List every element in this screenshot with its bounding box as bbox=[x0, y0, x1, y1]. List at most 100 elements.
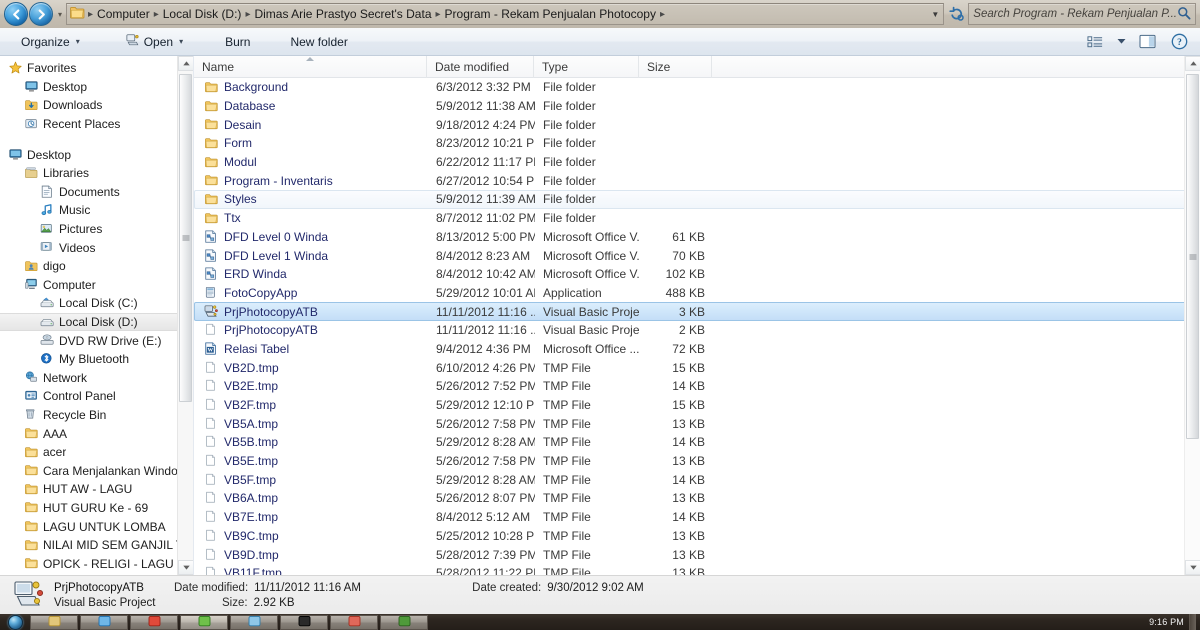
sidebar-item-computer[interactable]: Computer bbox=[0, 276, 178, 295]
table-row[interactable]: VB7E.tmp 8/4/2012 5:12 AM TMP File 14 KB bbox=[194, 508, 1200, 527]
breadcrumb-item-local-disk-d[interactable]: Local Disk (D:) bbox=[160, 6, 245, 22]
table-row[interactable]: Ttx 8/7/2012 11:02 PM File folder bbox=[194, 209, 1200, 228]
table-row[interactable]: VB5A.tmp 5/26/2012 7:58 PM TMP File 13 KB bbox=[194, 414, 1200, 433]
taskbar-button[interactable] bbox=[30, 614, 78, 630]
sidebar-item-videos[interactable]: Videos bbox=[0, 238, 178, 257]
change-view-icon[interactable] bbox=[1082, 31, 1108, 53]
breadcrumb-item-secret-data[interactable]: Dimas Arie Prastyo Secret's Data bbox=[251, 6, 434, 22]
table-row[interactable]: VB6A.tmp 5/26/2012 8:07 PM TMP File 13 KB bbox=[194, 489, 1200, 508]
table-row[interactable]: VB9D.tmp 5/28/2012 7:39 PM TMP File 13 KB bbox=[194, 545, 1200, 564]
sidebar-item-my-bluetooth[interactable]: My Bluetooth bbox=[0, 350, 178, 369]
table-row[interactable]: VB5E.tmp 5/26/2012 7:58 PM TMP File 13 KB bbox=[194, 452, 1200, 471]
column-header-type[interactable]: Type bbox=[534, 56, 639, 78]
scroll-down-icon[interactable] bbox=[1185, 560, 1200, 575]
sidebar-item-documents[interactable]: Documents bbox=[0, 183, 178, 202]
column-header-name[interactable]: Name bbox=[194, 56, 427, 78]
taskbar-button[interactable] bbox=[380, 614, 428, 630]
taskbar-button[interactable] bbox=[230, 614, 278, 630]
table-row[interactable]: VB2D.tmp 6/10/2012 4:26 PM TMP File 15 KB bbox=[194, 358, 1200, 377]
sidebar-item-local-disk-c[interactable]: Local Disk (C:) bbox=[0, 294, 178, 313]
view-dropdown-icon[interactable] bbox=[1114, 31, 1128, 53]
show-desktop-button[interactable] bbox=[1189, 614, 1196, 630]
preview-pane-icon[interactable] bbox=[1134, 31, 1160, 53]
table-row[interactable]: Program - Inventaris 6/27/2012 10:54 PM Fi… bbox=[194, 171, 1200, 190]
sidebar-item-recycle-bin[interactable]: Recycle Bin bbox=[0, 406, 178, 425]
table-row[interactable]: VB2E.tmp 5/26/2012 7:52 PM TMP File 14 KB bbox=[194, 377, 1200, 396]
search-icon[interactable] bbox=[1177, 6, 1191, 23]
file-date-cell: 9/4/2012 4:36 PM bbox=[436, 341, 531, 356]
taskbar-button[interactable] bbox=[280, 614, 328, 630]
table-row[interactable]: VB2F.tmp 5/29/2012 12:10 PM TMP File 15 KB bbox=[194, 396, 1200, 415]
taskbar-button[interactable] bbox=[330, 614, 378, 630]
scrollbar-thumb[interactable] bbox=[179, 74, 192, 402]
table-row[interactable]: DFD Level 1 Winda 8/4/2012 8:23 AM Microso… bbox=[194, 246, 1200, 265]
sidebar-item-local-disk-d[interactable]: Local Disk (D:) bbox=[0, 312, 178, 332]
taskbar-button[interactable] bbox=[180, 614, 228, 630]
sidebar-item-hut-guru-ke-69[interactable]: HUT GURU Ke - 69 bbox=[0, 499, 178, 518]
column-header-date-modified[interactable]: Date modified bbox=[427, 56, 534, 78]
back-arrow-icon[interactable] bbox=[4, 2, 28, 26]
chevron-down-icon[interactable]: ▼ bbox=[927, 4, 943, 24]
sidebar-item-cara-menjalankan-windows-di[interactable]: Cara Menjalankan Windows Di bbox=[0, 461, 178, 480]
sidebar-item-desktop[interactable]: Desktop bbox=[0, 78, 178, 97]
column-header-size[interactable]: Size bbox=[639, 56, 712, 78]
burn-button[interactable]: Burn bbox=[216, 31, 259, 53]
sidebar-item-pictures[interactable]: Pictures bbox=[0, 220, 178, 239]
file-list-scrollbar[interactable] bbox=[1184, 56, 1200, 575]
table-row[interactable]: Background 6/3/2012 3:32 PM File folder bbox=[194, 78, 1200, 97]
table-row[interactable]: Modul 6/22/2012 11:17 PM File folder bbox=[194, 153, 1200, 172]
table-row[interactable]: PrjPhotocopyATB 11/11/2012 11:16 ... Visua… bbox=[194, 302, 1200, 321]
taskbar-clock[interactable]: 9:16 PM bbox=[1149, 617, 1184, 627]
table-row[interactable]: Database 5/9/2012 11:38 AM File folder bbox=[194, 97, 1200, 116]
refresh-icon[interactable] bbox=[946, 3, 968, 25]
windows-start-orb[interactable] bbox=[0, 614, 30, 630]
sidebar-item-music[interactable]: Music bbox=[0, 201, 178, 220]
sidebar-item-network[interactable]: Network bbox=[0, 369, 178, 388]
scrollbar-thumb[interactable] bbox=[1186, 74, 1199, 439]
folder-icon bbox=[22, 464, 40, 477]
table-row[interactable]: Styles 5/9/2012 11:39 AM File folder bbox=[194, 190, 1200, 209]
sidebar-item-hut-aw-lagu[interactable]: HUT AW - LAGU bbox=[0, 480, 178, 499]
table-row[interactable]: PrjPhotocopyATB 11/11/2012 11:16 ... Visua… bbox=[194, 321, 1200, 340]
sidebar-item-desktop[interactable]: Desktop bbox=[0, 145, 178, 164]
sidebar-item-recent-places[interactable]: Recent Places bbox=[0, 115, 178, 134]
table-row[interactable]: Form 8/23/2012 10:21 PM File folder bbox=[194, 134, 1200, 153]
help-icon[interactable]: ? bbox=[1166, 31, 1192, 53]
taskbar-button[interactable] bbox=[80, 614, 128, 630]
new-folder-button[interactable]: New folder bbox=[281, 31, 356, 53]
table-row[interactable]: DFD Level 0 Winda 8/13/2012 5:00 PM Micros… bbox=[194, 228, 1200, 247]
sidebar-item-digo[interactable]: digo bbox=[0, 257, 178, 276]
table-row[interactable]: ERD Winda 8/4/2012 10:42 AM Microsoft Offi… bbox=[194, 265, 1200, 284]
scroll-down-icon[interactable] bbox=[178, 560, 193, 575]
table-row[interactable]: W Relasi Tabel 9/4/2012 4:36 PM Microsoft O… bbox=[194, 340, 1200, 359]
table-row[interactable]: Desain 9/18/2012 4:24 PM File folder bbox=[194, 115, 1200, 134]
navigation-scrollbar[interactable] bbox=[177, 56, 193, 575]
table-row[interactable]: VB5B.tmp 5/29/2012 8:28 AM TMP File 14 KB bbox=[194, 433, 1200, 452]
table-row[interactable]: VB11F.tmp 5/28/2012 11:22 PM TMP File 13 KB bbox=[194, 564, 1200, 575]
table-row[interactable]: VB5F.tmp 5/29/2012 8:28 AM TMP File 14 KB bbox=[194, 470, 1200, 489]
scroll-up-icon[interactable] bbox=[1185, 56, 1200, 71]
sidebar-item-acer[interactable]: acer bbox=[0, 443, 178, 462]
search-input[interactable]: Search Program - Rekam Penjualan P... bbox=[968, 3, 1196, 25]
table-row[interactable]: VB9C.tmp 5/25/2012 10:28 PM TMP File 13 KB bbox=[194, 527, 1200, 546]
sidebar-item-aaa[interactable]: AAA bbox=[0, 424, 178, 443]
sidebar-item-nilai-mid-sem-ganjil-tik-2014[interactable]: NILAI MID SEM GANJIL TIK 2014 bbox=[0, 536, 178, 555]
breadcrumb[interactable]: ▸ Computer ▸ Local Disk (D:) ▸ Dimas Ari… bbox=[66, 3, 945, 25]
scroll-up-icon[interactable] bbox=[178, 56, 193, 71]
sidebar-item-libraries[interactable]: Libraries bbox=[0, 164, 178, 183]
sidebar-item-dvd-rw-drive-e[interactable]: DVD RW Drive (E:) bbox=[0, 331, 178, 350]
open-button[interactable]: Open ▾ bbox=[117, 31, 192, 53]
sidebar-item-downloads[interactable]: Downloads bbox=[0, 96, 178, 115]
sidebar-item-lagu-untuk-lomba[interactable]: LAGU UNTUK LOMBA bbox=[0, 517, 178, 536]
breadcrumb-item-computer[interactable]: Computer bbox=[94, 6, 153, 22]
sidebar-item-control-panel[interactable]: Control Panel bbox=[0, 387, 178, 406]
forward-arrow-icon[interactable] bbox=[29, 2, 53, 26]
table-row[interactable]: FotoCopyApp 5/29/2012 10:01 AM Application… bbox=[194, 284, 1200, 303]
taskbar-button[interactable] bbox=[130, 614, 178, 630]
file-name-label: Program - Inventaris bbox=[224, 173, 333, 188]
sidebar-item-favorites[interactable]: Favorites bbox=[0, 59, 178, 78]
breadcrumb-item-program-rekam[interactable]: Program - Rekam Penjualan Photocopy bbox=[442, 6, 659, 22]
organize-button[interactable]: Organize ▾ bbox=[12, 31, 89, 53]
sidebar-item-opick-religi-lagu-lomba[interactable]: OPICK - RELIGI - LAGU LOMBA bbox=[0, 554, 178, 573]
recent-pages-dropdown-icon[interactable]: ▾ bbox=[54, 2, 66, 26]
